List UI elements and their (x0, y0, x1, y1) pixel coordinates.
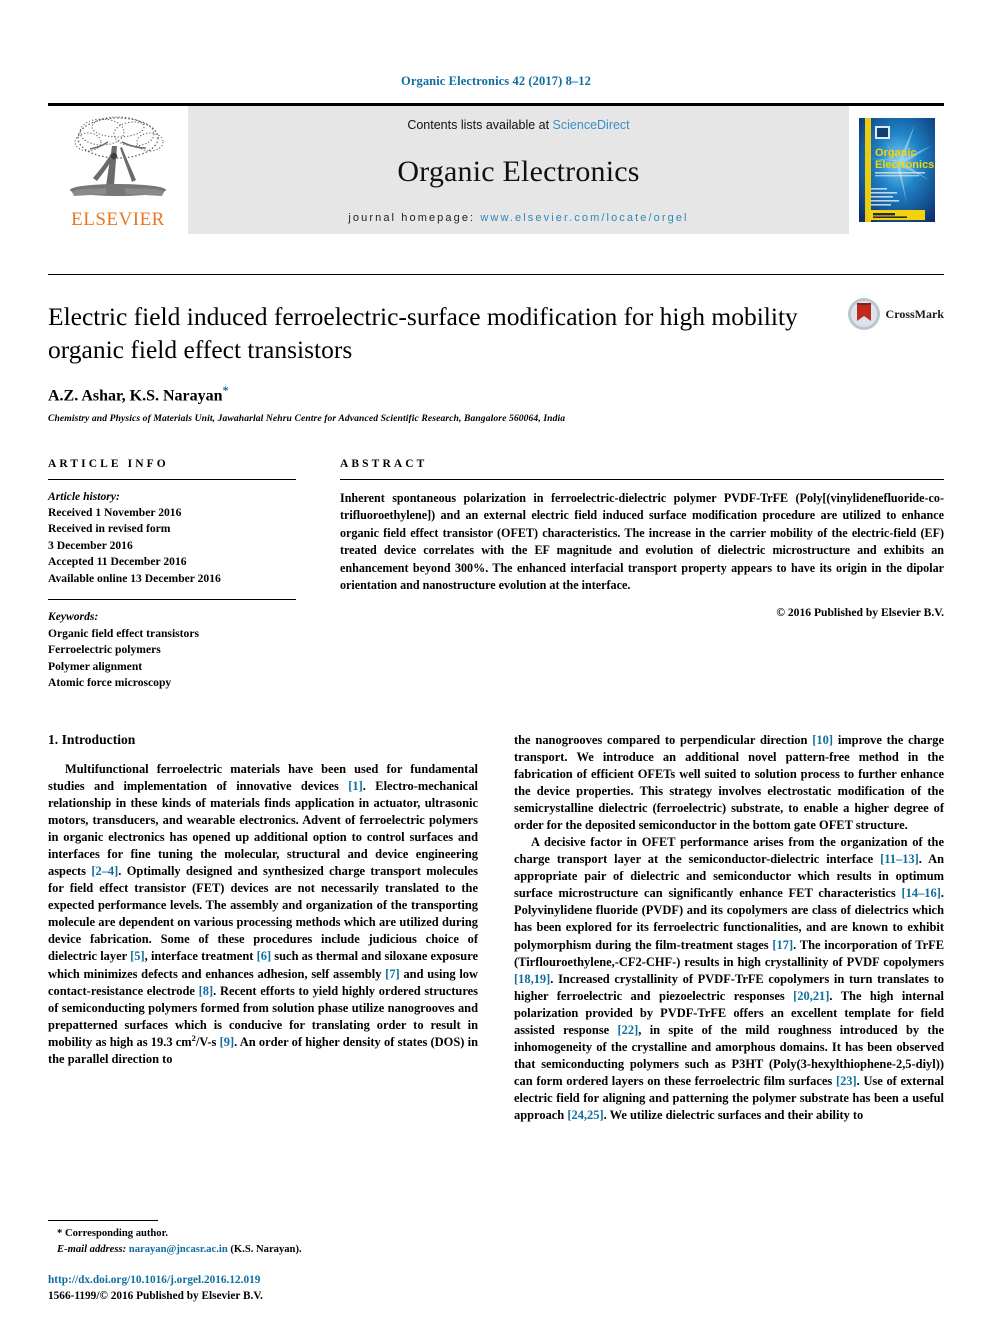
corresponding-text: Corresponding author. (64, 1228, 168, 1240)
history-item: Accepted 11 December 2016 (48, 555, 187, 569)
elsevier-logo: ELSEVIER (48, 106, 188, 234)
keywords-label: Keywords: (48, 610, 99, 624)
footnote-divider (48, 1220, 158, 1222)
citation-reference[interactable]: [1] (348, 779, 363, 793)
citation-reference[interactable]: [17] (772, 938, 793, 952)
journal-title: Organic Electronics (397, 155, 640, 188)
history-item: Received 1 November 2016 (48, 506, 182, 520)
abstract-column: ABSTRACT Inherent spontaneous polarizati… (340, 458, 944, 692)
crossmark-icon (847, 298, 880, 330)
citation-reference[interactable]: [18,19] (514, 972, 550, 986)
journal-homepage-line: journal homepage: www.elsevier.com/locat… (348, 212, 688, 224)
article-info-heading: ARTICLE INFO (48, 458, 296, 470)
keyword-item: Atomic force microscopy (48, 676, 172, 690)
elsevier-wordmark: ELSEVIER (71, 209, 165, 230)
abstract-text: Inherent spontaneous polarization in fer… (340, 490, 944, 593)
abstract-heading: ABSTRACT (340, 458, 944, 470)
contents-prefix: Contents lists available at (407, 118, 553, 132)
email-label: E-mail address: (57, 1243, 127, 1255)
citation-reference[interactable]: [20,21] (793, 989, 829, 1003)
running-head: Organic Electronics 42 (2017) 8–12 (401, 74, 591, 88)
info-abstract-section: ARTICLE INFO Article history: Received 1… (48, 458, 944, 692)
svg-text:Organic: Organic (875, 147, 917, 159)
paragraph-text: improve the charge transport. We introdu… (514, 732, 945, 832)
abstract-copyright: © 2016 Published by Elsevier B.V. (776, 605, 944, 619)
citation-reference[interactable]: [6] (257, 949, 272, 963)
paragraph-text: the nanogrooves compared to perpendicula… (514, 732, 813, 747)
corresponding-marker: * (57, 1228, 63, 1240)
citation-reference[interactable]: [10] (812, 733, 833, 747)
keyword-item: Ferroelectric polymers (48, 643, 161, 657)
journal-cover-thumbnail: Organic Electronics (849, 106, 944, 234)
history-item: Received in revised form (48, 522, 171, 536)
article-title: Electric field induced ferroelectric-sur… (48, 302, 798, 364)
body-column-left: 1. Introduction Multifunctional ferroele… (48, 732, 478, 1125)
history-item: 3 December 2016 (48, 538, 133, 552)
homepage-prefix: journal homepage: (348, 212, 481, 224)
elsevier-tree-icon (70, 116, 166, 196)
citation-reference[interactable]: [22] (618, 1023, 639, 1037)
citation-reference[interactable]: [9] (220, 1035, 235, 1049)
email-note: E-mail address: narayan@jncasr.ac.in (K.… (48, 1242, 478, 1257)
citation-reference[interactable]: [11–13] (880, 852, 919, 866)
masthead-center: Contents lists available at ScienceDirec… (188, 106, 849, 234)
paragraph-text: , interface treatment (144, 949, 257, 964)
citation-reference[interactable]: [5] (130, 949, 145, 963)
contents-available-line: Contents lists available at ScienceDirec… (407, 118, 629, 132)
citation-reference[interactable]: [2–4] (91, 864, 118, 878)
affiliation: Chemistry and Physics of Materials Unit,… (48, 412, 566, 424)
title-block: Electric field induced ferroelectric-sur… (48, 274, 944, 424)
svg-text:Electronics: Electronics (875, 159, 934, 171)
history-item: Available online 13 December 2016 (48, 571, 221, 585)
email-link[interactable]: narayan@jncasr.ac.in (129, 1244, 228, 1255)
body-paragraph: the nanogrooves compared to perpendicula… (514, 732, 944, 834)
article-info-column: ARTICLE INFO Article history: Received 1… (48, 458, 296, 692)
author-list: A.Z. Ashar, K.S. Narayan* (48, 383, 944, 405)
crossmark-badge[interactable]: CrossMark (847, 297, 944, 331)
body-paragraph: A decisive factor in OFET performance ar… (514, 834, 944, 1124)
journal-masthead: ELSEVIER Contents lists available at Sci… (48, 103, 944, 234)
publication-block: http://dx.doi.org/10.1016/j.orgel.2016.1… (48, 1272, 478, 1305)
keywords-block: Keywords: Organic field effect transisto… (48, 599, 296, 691)
citation-reference[interactable]: [14–16] (902, 886, 941, 900)
body-columns: 1. Introduction Multifunctional ferroele… (48, 732, 944, 1125)
crossmark-label: CrossMark (885, 306, 944, 321)
author-names: A.Z. Ashar, K.S. Narayan (48, 387, 223, 405)
corresponding-author-marker: * (222, 383, 229, 398)
article-history-label: Article history: (48, 489, 120, 503)
article-info-heading-text: ARTICLE INFO (48, 457, 169, 470)
body-paragraph: Multifunctional ferroelectric materials … (48, 761, 478, 1068)
citation-reference[interactable]: [23] (836, 1074, 857, 1088)
left-column-paragraphs: Multifunctional ferroelectric materials … (48, 761, 478, 1068)
homepage-url[interactable]: www.elsevier.com/locate/orgel (480, 212, 688, 224)
section-heading-introduction: 1. Introduction (48, 731, 136, 747)
abstract-heading-text: ABSTRACT (340, 457, 428, 470)
email-owner: (K.S. Narayan). (230, 1243, 302, 1255)
sciencedirect-link[interactable]: ScienceDirect (553, 118, 630, 132)
journal-cover-image: Organic Electronics (858, 118, 935, 222)
doi-link[interactable]: http://dx.doi.org/10.1016/j.orgel.2016.1… (48, 1272, 478, 1289)
citation-reference[interactable]: [8] (199, 984, 214, 998)
citation-reference[interactable]: [7] (385, 967, 400, 981)
paragraph-text: /V-s (195, 1034, 220, 1049)
article-info-rule (48, 478, 296, 480)
paragraph-text: . We utilize dielectric surfaces and the… (603, 1108, 864, 1123)
right-column-paragraphs: the nanogrooves compared to perpendicula… (514, 732, 944, 1125)
article-page: Organic Electronics 42 (2017) 8–12 ELSEV… (0, 0, 992, 1323)
corresponding-author-note: * Corresponding author. (48, 1226, 478, 1241)
issn-copyright-line: 1566-1199/© 2016 Published by Elsevier B… (48, 1290, 263, 1303)
body-column-right: the nanogrooves compared to perpendicula… (514, 732, 944, 1125)
citation-reference[interactable]: [24,25] (567, 1108, 603, 1122)
abstract-rule (340, 478, 944, 480)
keyword-item: Organic field effect transistors (48, 626, 199, 640)
keyword-item: Polymer alignment (48, 659, 143, 673)
footnote-block: * Corresponding author. E-mail address: … (48, 1220, 478, 1257)
article-history: Article history: Received 1 November 201… (48, 489, 296, 588)
